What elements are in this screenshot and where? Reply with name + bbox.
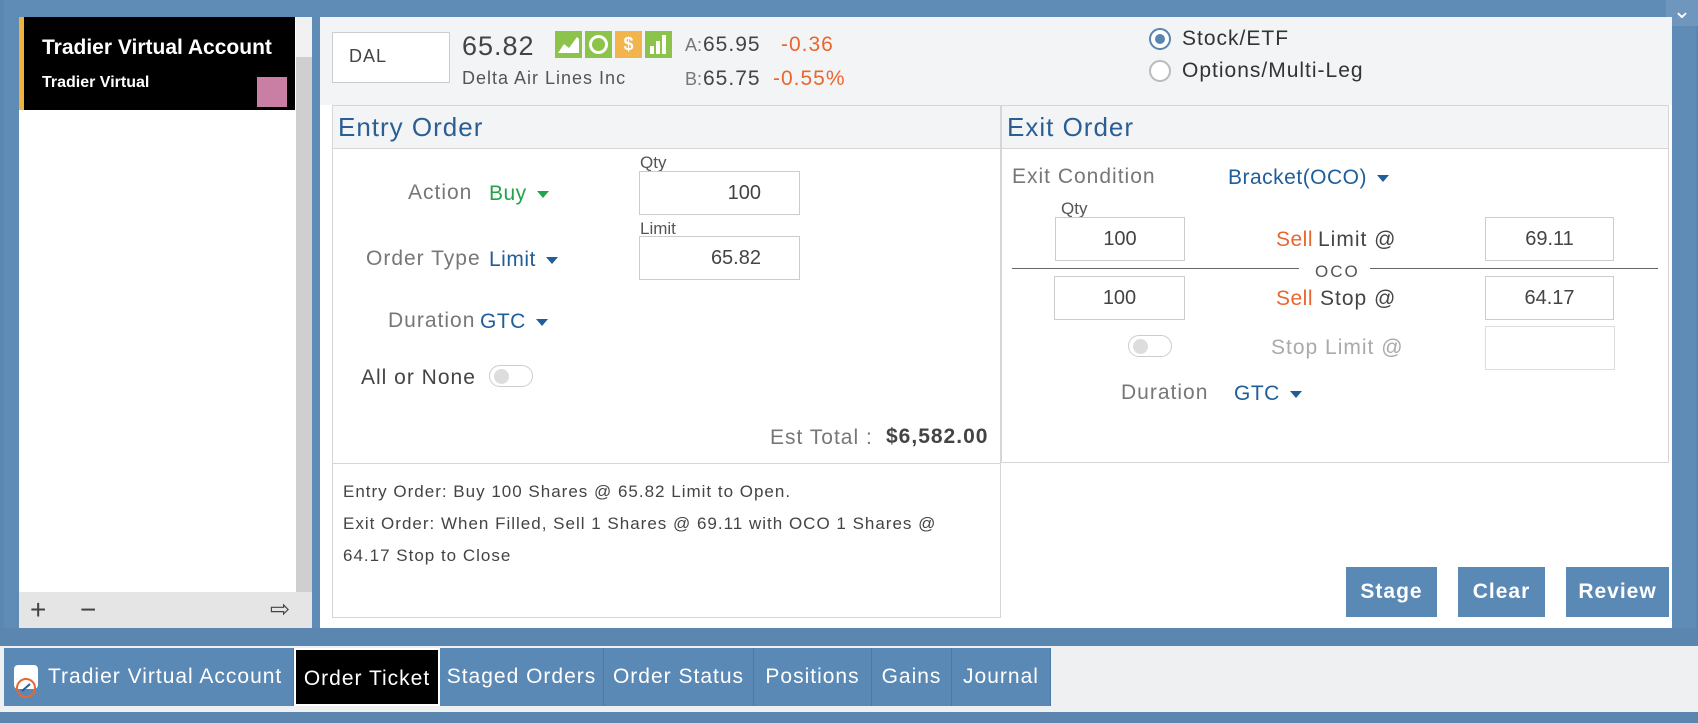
order-type-dropdown[interactable]: Limit (489, 248, 558, 272)
account-panel-footer (19, 592, 312, 628)
scrollbar-thumb[interactable] (296, 17, 312, 57)
bars-icon[interactable] (645, 31, 672, 58)
limit-price-input[interactable]: 69.11 (1485, 217, 1614, 261)
review-button[interactable]: Review (1566, 567, 1669, 617)
order-type-label: Order Type (366, 247, 481, 270)
bid-label: B: (685, 69, 703, 89)
price-change-percent: -0.55% (773, 67, 846, 90)
ask-label: A: (685, 35, 703, 55)
exit-duration-dropdown[interactable]: GTC (1234, 382, 1302, 406)
stop-limit-price-input[interactable] (1485, 326, 1615, 370)
caret-down-icon (545, 256, 558, 264)
divider (332, 463, 1001, 464)
caret-down-icon (1377, 174, 1390, 182)
entry-qty-input[interactable]: 100 (639, 171, 800, 215)
tab-gains[interactable]: Gains (872, 648, 952, 706)
tab-account[interactable]: Tradier Virtual Account (4, 648, 294, 706)
tab-staged-orders[interactable]: Staged Orders (440, 648, 604, 706)
entry-order-title: Entry Order (338, 112, 484, 142)
exit-condition-label: Exit Condition (1012, 165, 1156, 188)
stop-side: Sell (1276, 287, 1314, 310)
stop-limit-label: Stop Limit @ (1271, 336, 1404, 359)
est-total-label: Est Total : (770, 426, 873, 449)
exit-qty-label: Qty (1061, 199, 1088, 218)
qty-label: Qty (640, 153, 667, 172)
summary-exit-line1: Exit Order: When Filled, Sell 1 Shares @… (343, 514, 937, 533)
action-value: Buy (489, 182, 527, 205)
logout-icon[interactable]: ⇨ (270, 596, 290, 624)
oco-label: OCO (1315, 262, 1360, 281)
account-subtitle: Tradier Virtual (42, 74, 150, 91)
stock-etf-radio[interactable] (1149, 28, 1171, 50)
account-card[interactable] (19, 17, 295, 110)
ask-value: 65.95 (703, 33, 761, 56)
stock-etf-label[interactable]: Stock/ETF (1182, 27, 1289, 51)
account-color-swatch[interactable] (257, 77, 287, 107)
tradier-logo-icon (14, 665, 38, 699)
exit-condition-value: Bracket(OCO) (1228, 166, 1368, 189)
entry-limit-input[interactable]: 65.82 (639, 236, 800, 280)
bid-value: 65.75 (703, 67, 761, 90)
chart-icon[interactable] (555, 31, 582, 58)
duration-label: Duration (388, 309, 476, 332)
oco-divider-left (1012, 268, 1299, 269)
exit-order-title: Exit Order (1007, 112, 1135, 142)
limit-side: Sell (1276, 228, 1314, 251)
exit-condition-dropdown[interactable]: Bracket(OCO) (1228, 166, 1390, 190)
limit-qty-input[interactable]: 100 (1055, 217, 1185, 261)
stop-at-label: Stop @ (1320, 287, 1397, 310)
limit-at-label: Limit @ (1318, 228, 1397, 251)
circle-icon[interactable] (585, 31, 612, 58)
caret-down-icon (1289, 390, 1302, 398)
action-dropdown[interactable]: Buy (489, 182, 549, 206)
order-type-value: Limit (489, 248, 536, 271)
price-change: -0.36 (781, 33, 834, 56)
add-account-icon[interactable]: + (30, 596, 46, 624)
action-label: Action (408, 181, 473, 204)
stop-price-input[interactable]: 64.17 (1485, 276, 1614, 320)
all-or-none-toggle[interactable] (489, 365, 533, 387)
all-or-none-label: All or None (361, 366, 476, 389)
symbol-input[interactable]: DAL (332, 32, 450, 83)
last-price: 65.82 (462, 31, 535, 61)
dollar-icon[interactable]: $ (615, 31, 642, 58)
tab-order-status[interactable]: Order Status (604, 648, 754, 706)
stop-qty-input[interactable]: 100 (1054, 276, 1185, 320)
tab-label: Tradier Virtual Account (48, 665, 283, 688)
tab-positions[interactable]: Positions (754, 648, 872, 706)
caret-down-icon (536, 190, 549, 198)
options-label[interactable]: Options/Multi-Leg (1182, 59, 1364, 83)
caret-down-icon (535, 318, 548, 326)
account-name: Tradier Virtual Account (42, 36, 272, 59)
duration-dropdown[interactable]: GTC (480, 310, 548, 334)
exit-duration-label: Duration (1121, 381, 1209, 404)
clear-button[interactable]: Clear (1458, 567, 1545, 617)
exit-duration-value: GTC (1234, 382, 1280, 405)
remove-account-icon[interactable]: − (80, 596, 96, 624)
options-radio[interactable] (1149, 60, 1171, 82)
stop-limit-toggle[interactable] (1128, 335, 1172, 357)
stage-button[interactable]: Stage (1346, 567, 1437, 617)
account-list-scrollbar[interactable] (296, 17, 312, 617)
tab-order-ticket[interactable]: Order Ticket (294, 648, 440, 706)
summary-entry: Entry Order: Buy 100 Shares @ 65.82 Limi… (343, 482, 792, 501)
oco-divider-right (1370, 268, 1658, 269)
est-total-value: $6,582.00 (886, 425, 989, 448)
duration-value: GTC (480, 310, 526, 333)
summary-exit-line2: 64.17 Stop to Close (343, 546, 512, 565)
company-name: Delta Air Lines Inc (462, 68, 627, 88)
tab-journal[interactable]: Journal (952, 648, 1051, 706)
